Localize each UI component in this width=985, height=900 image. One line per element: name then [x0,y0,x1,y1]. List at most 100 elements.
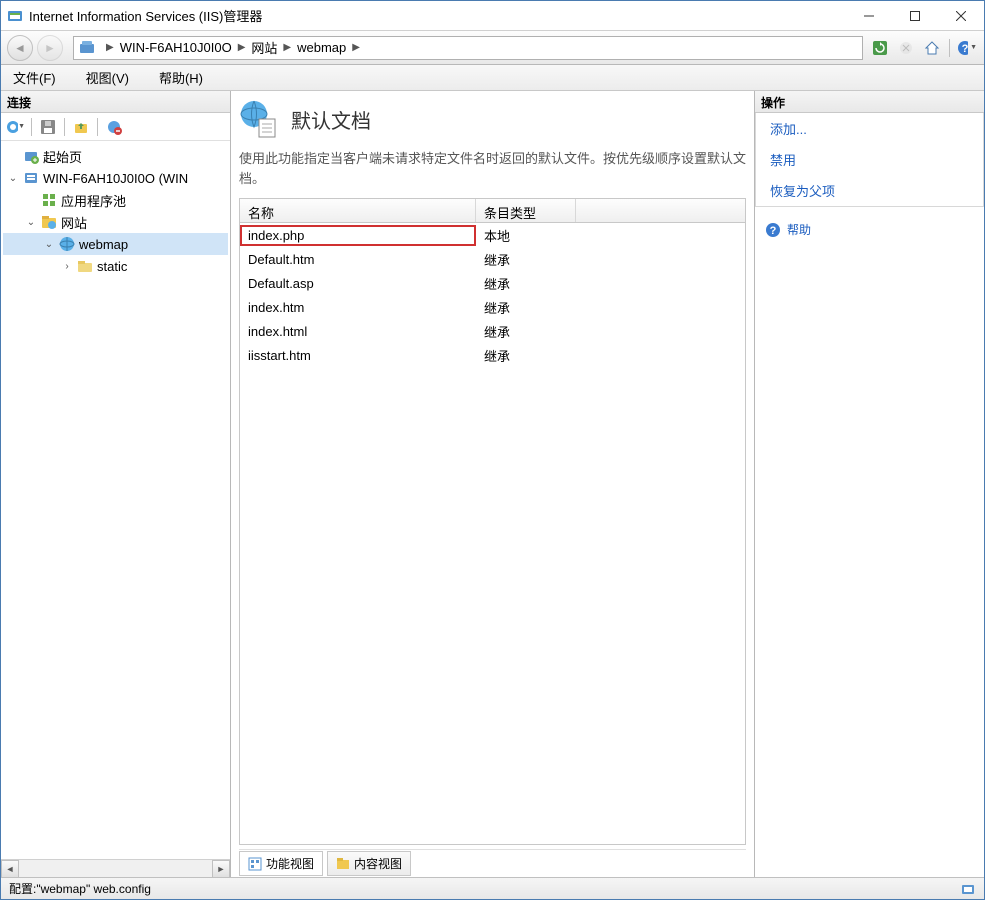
home-icon [23,148,39,164]
chevron-right-icon: ▶ [238,42,246,53]
chevron-right-icon: ▶ [106,42,114,53]
scroll-left-button[interactable]: ◄ [1,860,19,878]
server-icon [23,170,39,186]
column-spacer [576,199,745,222]
app-icon [7,8,23,24]
table-row[interactable]: index.php本地 [240,223,745,247]
cell-name: Default.asp [240,273,476,294]
maximize-button[interactable] [892,2,938,30]
tree-label: webmap [79,237,128,252]
content-view-icon [336,857,350,871]
breadcrumb[interactable]: ▶ WIN-F6AH10J0I0O ▶ 网站 ▶ webmap ▶ [73,36,863,60]
breadcrumb-item[interactable]: WIN-F6AH10J0I0O [120,40,232,55]
connections-tree: 起始页 ⌄ WIN-F6AH10J0I0O (WIN 应用程序池 ⌄ 网站 ⌄ webmap ›… [1,141,230,859]
help-action[interactable]: ? 帮助 [755,215,984,244]
default-document-icon [239,99,279,139]
tree-label: 网站 [61,213,87,232]
breadcrumb-root-icon [78,39,96,57]
tree-label: WIN-F6AH10J0I0O (WIN [43,171,188,186]
cell-name: index.htm [240,297,476,318]
cell-name: Default.htm [240,249,476,270]
window-controls [846,2,984,30]
up-level-icon[interactable] [71,117,91,137]
breadcrumb-item[interactable]: webmap [297,40,346,55]
window-title: Internet Information Services (IIS)管理器 [29,6,846,25]
action-disable[interactable]: 禁用 [756,144,983,175]
feature-view-icon [248,857,262,871]
status-bar: 配置:"webmap" web.config [1,877,984,899]
grid-header: 名称 条目类型 [240,199,745,223]
help-icon: ? [765,222,781,238]
tree-node-home[interactable]: 起始页 [3,145,228,167]
minimize-button[interactable] [846,2,892,30]
connections-pane: 连接 ▼ 起始页 ⌄ WIN-F6AH10J0I0O (WIN 应用程序池 ⌄ 网站 ⌄ we… [1,91,231,877]
expander-icon[interactable]: ⌄ [7,173,19,184]
tree-node-server[interactable]: ⌄ WIN-F6AH10J0I0O (WIN [3,167,228,189]
column-type[interactable]: 条目类型 [476,199,576,222]
horizontal-scrollbar[interactable]: ◄ ► [1,859,230,877]
table-row[interactable]: index.htm继承 [240,295,745,319]
table-row[interactable]: Default.asp继承 [240,271,745,295]
table-row[interactable]: iisstart.htm继承 [240,343,745,367]
menu-file[interactable]: 文件(F) [9,66,60,89]
home-icon[interactable] [921,37,943,59]
documents-grid[interactable]: 名称 条目类型 index.php本地Default.htm继承Default.… [239,198,746,845]
scroll-right-button[interactable]: ► [212,860,230,878]
view-tabs: 功能视图 内容视图 [239,849,746,877]
tree-node-folder[interactable]: › static [3,255,228,277]
separator [31,118,32,136]
cell-name: iisstart.htm [240,345,476,366]
stop-icon[interactable] [895,37,917,59]
feature-description: 使用此功能指定当客户端未请求特定文件名时返回的默认文件。按优先级顺序设置默认文档… [239,149,746,188]
back-button[interactable]: ◄ [7,35,33,61]
tree-node-pool[interactable]: 应用程序池 [3,189,228,211]
cell-type: 继承 [476,343,576,368]
table-row[interactable]: index.html继承 [240,319,745,343]
forward-button[interactable]: ► [37,35,63,61]
save-icon[interactable] [38,117,58,137]
svg-text:?: ? [770,225,777,237]
feature-view-tab[interactable]: 功能视图 [239,851,323,876]
tree-node-sites[interactable]: ⌄ 网站 [3,211,228,233]
help-label: 帮助 [787,221,811,238]
actions-pane: 操作 添加...禁用恢复为父项 ? 帮助 [754,91,984,877]
tree-node-site[interactable]: ⌄ webmap [3,233,228,255]
cell-type: 继承 [476,319,576,344]
action-add[interactable]: 添加... [756,113,983,144]
column-name[interactable]: 名称 [240,199,476,222]
content-view-tab[interactable]: 内容视图 [327,851,411,876]
connections-header: 连接 [1,91,230,113]
remove-connection-icon[interactable] [104,117,124,137]
sites-icon [41,214,57,230]
connect-icon[interactable]: ▼ [5,117,25,137]
cell-type: 继承 [476,271,576,296]
refresh-icon[interactable] [869,37,891,59]
close-button[interactable] [938,2,984,30]
chevron-right-icon: ▶ [352,42,360,53]
feature-title: 默认文档 [291,105,371,134]
cell-name: index.html [240,321,476,342]
expander-icon[interactable]: ⌄ [25,217,37,228]
cell-type: 继承 [476,295,576,320]
menu-help[interactable]: 帮助(H) [155,66,207,89]
cell-name: index.php [240,225,476,246]
action-revert[interactable]: 恢复为父项 [756,175,983,206]
actions-header: 操作 [755,91,984,113]
navigation-bar: ◄ ► ▶ WIN-F6AH10J0I0O ▶ 网站 ▶ webmap ▶ ?▼ [1,31,984,65]
expander-icon[interactable]: ⌄ [43,239,55,250]
chevron-right-icon: ▶ [283,42,291,53]
table-row[interactable]: Default.htm继承 [240,247,745,271]
breadcrumb-item[interactable]: 网站 [251,38,277,57]
expander-icon[interactable]: › [61,261,73,272]
menu-view[interactable]: 视图(V) [82,66,133,89]
help-dropdown-icon[interactable]: ?▼ [956,37,978,59]
tree-label: 应用程序池 [61,191,126,210]
tree-label: static [97,259,127,274]
content-view-label: 内容视图 [354,855,402,872]
cell-type: 本地 [476,223,576,248]
site-icon [59,236,75,252]
status-icon [960,881,976,897]
tree-label: 起始页 [43,147,82,166]
connections-toolbar: ▼ [1,113,230,141]
svg-text:?: ? [962,43,968,55]
